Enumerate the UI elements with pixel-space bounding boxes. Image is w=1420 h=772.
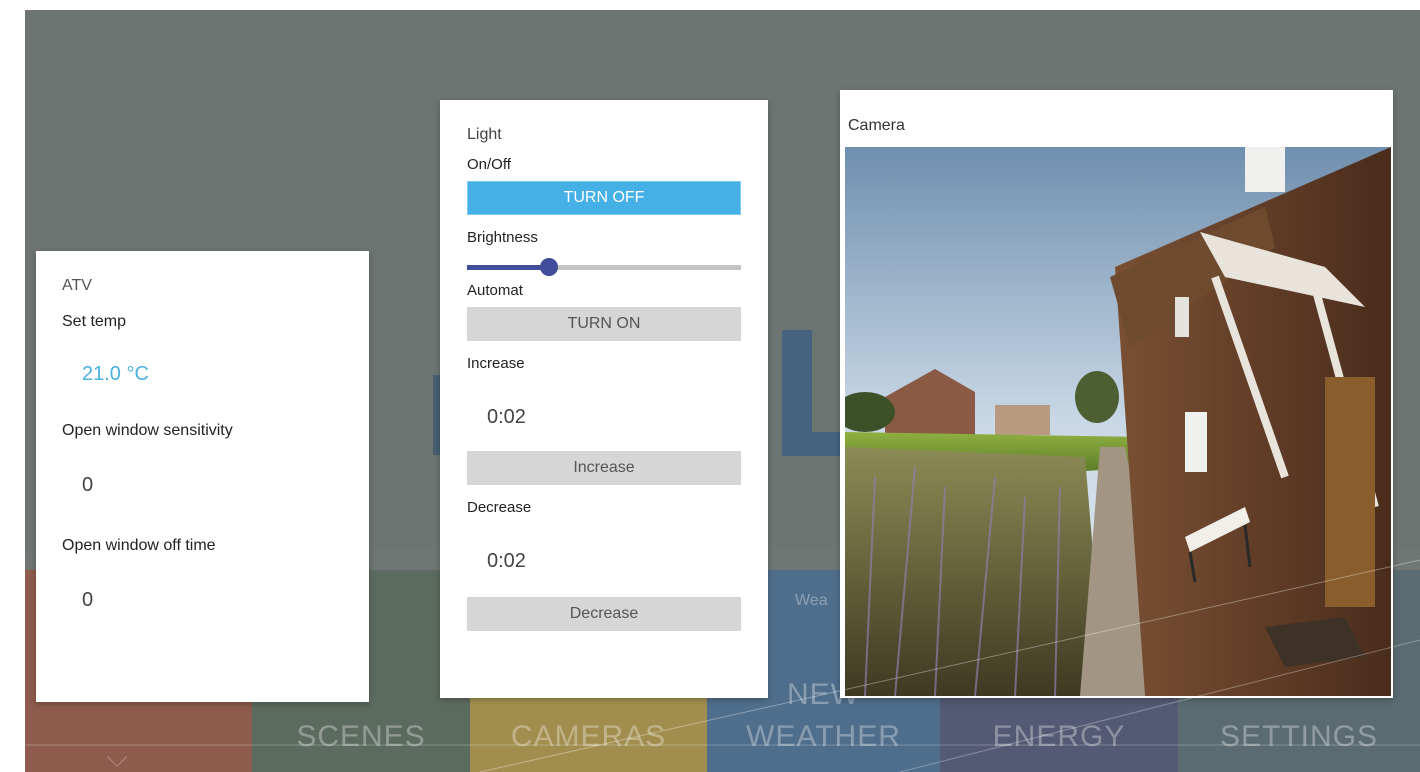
chevron-down-icon bbox=[107, 747, 127, 767]
decrease-value[interactable]: 0:02 bbox=[487, 550, 741, 573]
window-sensitivity-value[interactable]: 0 bbox=[82, 474, 343, 497]
tile-label: SETTINGS bbox=[1219, 720, 1378, 753]
increase-button[interactable]: Increase bbox=[467, 451, 741, 485]
decrease-label: Decrease bbox=[467, 499, 532, 516]
atv-panel: ATV Set temp 21.0 °C Open window sensiti… bbox=[36, 251, 369, 702]
camera-feed-picture bbox=[845, 147, 1391, 696]
camera-panel: Camera bbox=[840, 90, 1393, 698]
slider-thumb[interactable] bbox=[540, 258, 558, 276]
background-weather-text: Wea bbox=[795, 592, 828, 609]
turn-on-button[interactable]: TURN ON bbox=[467, 307, 741, 341]
camera-feed-image[interactable] bbox=[845, 147, 1391, 696]
panel-title: Camera bbox=[848, 117, 905, 134]
tile-label: CAMERAS bbox=[510, 720, 667, 753]
light-panel: Light On/Off TURN OFF Brightness Automat… bbox=[440, 100, 768, 698]
panel-title: Light bbox=[467, 126, 502, 143]
window-sensitivity-label: Open window sensitivity bbox=[62, 422, 233, 439]
on-off-label: On/Off bbox=[467, 156, 511, 173]
tile-label: SCENES bbox=[296, 720, 426, 753]
window-off-time-value[interactable]: 0 bbox=[82, 589, 343, 612]
increase-value[interactable]: 0:02 bbox=[487, 406, 741, 429]
slider-fill bbox=[467, 265, 549, 270]
tile-label: ENERGY bbox=[992, 720, 1126, 753]
brightness-slider[interactable] bbox=[467, 256, 741, 276]
turn-off-button[interactable]: TURN OFF bbox=[467, 181, 741, 215]
automat-label: Automat bbox=[467, 282, 523, 299]
set-temp-label: Set temp bbox=[62, 313, 127, 330]
brightness-label: Brightness bbox=[467, 229, 538, 246]
set-temp-value[interactable]: 21.0 °C bbox=[82, 363, 343, 386]
panel-title: ATV bbox=[62, 277, 92, 294]
decrease-button[interactable]: Decrease bbox=[467, 597, 741, 631]
tile-label: WEATHER bbox=[746, 720, 901, 753]
increase-label: Increase bbox=[467, 355, 525, 372]
window-off-time-label: Open window off time bbox=[62, 537, 216, 554]
